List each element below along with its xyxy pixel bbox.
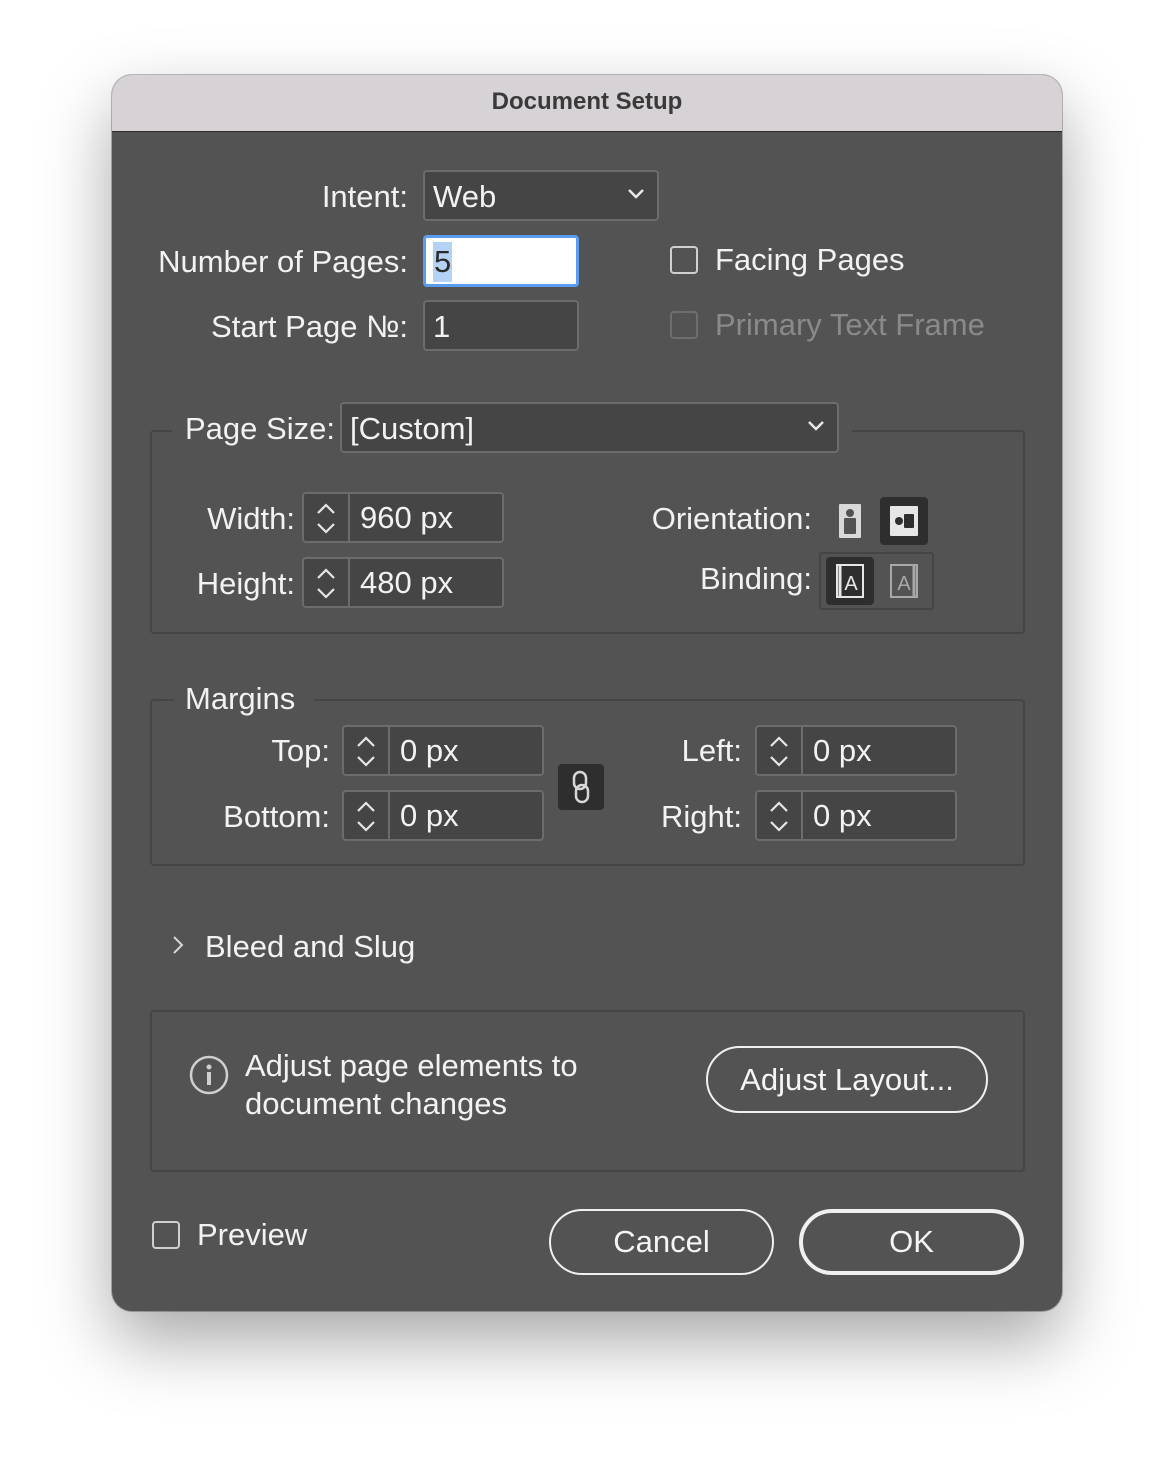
height-stepper[interactable]: 480 px — [302, 557, 504, 608]
binding-ltr-icon: A — [836, 564, 864, 598]
width-label: Width: — [207, 501, 295, 536]
chevron-right-icon — [173, 936, 184, 954]
chevron-down-icon — [808, 421, 824, 431]
start-page-input[interactable]: 1 — [423, 300, 579, 351]
stepper-arrows-icon — [357, 736, 375, 767]
binding-left-to-right-button[interactable]: A — [826, 557, 874, 605]
stepper-arrows-icon — [770, 736, 788, 767]
adjust-text-line1: Adjust page elements to — [245, 1048, 578, 1083]
margin-left-stepper[interactable]: 0 px — [755, 725, 957, 776]
margin-top-label: Top: — [271, 733, 330, 768]
stepper-arrows-icon — [317, 503, 335, 534]
width-stepper[interactable]: 960 px — [302, 492, 504, 543]
orientation-label: Orientation: — [651, 501, 812, 536]
start-page-label: Start Page №: — [211, 309, 408, 344]
primary-text-frame-checkbox — [670, 311, 698, 339]
svg-text:A: A — [897, 573, 911, 595]
margin-top-stepper-arrows[interactable] — [344, 727, 390, 774]
height-value: 480 px — [360, 565, 454, 600]
binding-rtl-icon: A — [890, 564, 918, 598]
ok-button[interactable]: OK — [799, 1209, 1024, 1275]
margin-right-label: Right: — [661, 799, 742, 834]
stepper-arrows-icon — [357, 801, 375, 832]
svg-text:A: A — [844, 573, 858, 595]
margins-legend: Margins — [185, 681, 296, 716]
document-setup-dialog: Document Setup Intent: Web Number of Pag… — [112, 75, 1062, 1311]
cancel-button-label: Cancel — [613, 1224, 710, 1259]
bleed-and-slug-label: Bleed and Slug — [205, 929, 416, 964]
preview-checkbox[interactable] — [152, 1221, 180, 1249]
info-icon — [189, 1055, 229, 1095]
cancel-button[interactable]: Cancel — [549, 1209, 774, 1275]
binding-label: Binding: — [699, 561, 812, 596]
title-bar[interactable]: Document Setup — [112, 75, 1062, 132]
margin-bottom-stepper-arrows[interactable] — [344, 792, 390, 839]
binding-right-to-left-button[interactable]: A — [880, 557, 928, 605]
adjust-layout-button[interactable]: Adjust Layout... — [706, 1046, 988, 1113]
bleed-and-slug-disclosure[interactable]: Bleed and Slug — [162, 925, 482, 971]
ok-button-label: OK — [889, 1224, 934, 1259]
page-size-label: Page Size: — [185, 411, 335, 446]
margin-right-stepper-arrows[interactable] — [757, 792, 803, 839]
intent-value: Web — [433, 179, 497, 214]
landscape-icon — [890, 506, 918, 536]
width-stepper-arrows[interactable] — [304, 494, 350, 541]
height-label: Height: — [196, 566, 295, 601]
pages-label: Number of Pages: — [158, 244, 408, 279]
start-page-value: 1 — [433, 309, 451, 344]
margin-top-stepper[interactable]: 0 px — [342, 725, 544, 776]
intent-label: Intent: — [321, 179, 408, 214]
adjust-layout-button-label: Adjust Layout... — [740, 1061, 954, 1097]
margin-bottom-stepper[interactable]: 0 px — [342, 790, 544, 841]
margin-bottom-value: 0 px — [400, 798, 459, 833]
stepper-arrows-icon — [317, 568, 335, 599]
facing-pages-label[interactable]: Facing Pages — [715, 240, 905, 280]
margin-bottom-label: Bottom: — [223, 799, 330, 834]
intent-select[interactable]: Web — [423, 170, 659, 221]
landscape-orientation-button[interactable] — [880, 497, 928, 545]
page-size-select[interactable]: [Custom] — [340, 402, 839, 453]
width-value: 960 px — [360, 500, 454, 535]
height-stepper-arrows[interactable] — [304, 559, 350, 606]
adjust-text-line2: document changes — [245, 1086, 507, 1121]
number-of-pages-input[interactable]: 5 — [423, 235, 579, 287]
margin-right-value: 0 px — [813, 798, 872, 833]
margin-left-stepper-arrows[interactable] — [757, 727, 803, 774]
portrait-icon — [839, 504, 861, 538]
stepper-arrows-icon — [770, 801, 788, 832]
margin-left-label: Left: — [681, 733, 742, 768]
primary-text-frame-label: Primary Text Frame — [715, 307, 985, 342]
window-title: Document Setup — [491, 88, 683, 115]
margin-left-value: 0 px — [813, 733, 872, 768]
portrait-orientation-button[interactable] — [826, 497, 874, 545]
page-size-value: [Custom] — [350, 411, 475, 446]
chevron-down-icon — [628, 189, 644, 199]
margin-top-value: 0 px — [400, 733, 459, 768]
pages-value: 5 — [433, 242, 453, 282]
facing-pages-checkbox[interactable] — [670, 246, 698, 274]
margin-right-stepper[interactable]: 0 px — [755, 790, 957, 841]
preview-label[interactable]: Preview — [197, 1215, 307, 1255]
